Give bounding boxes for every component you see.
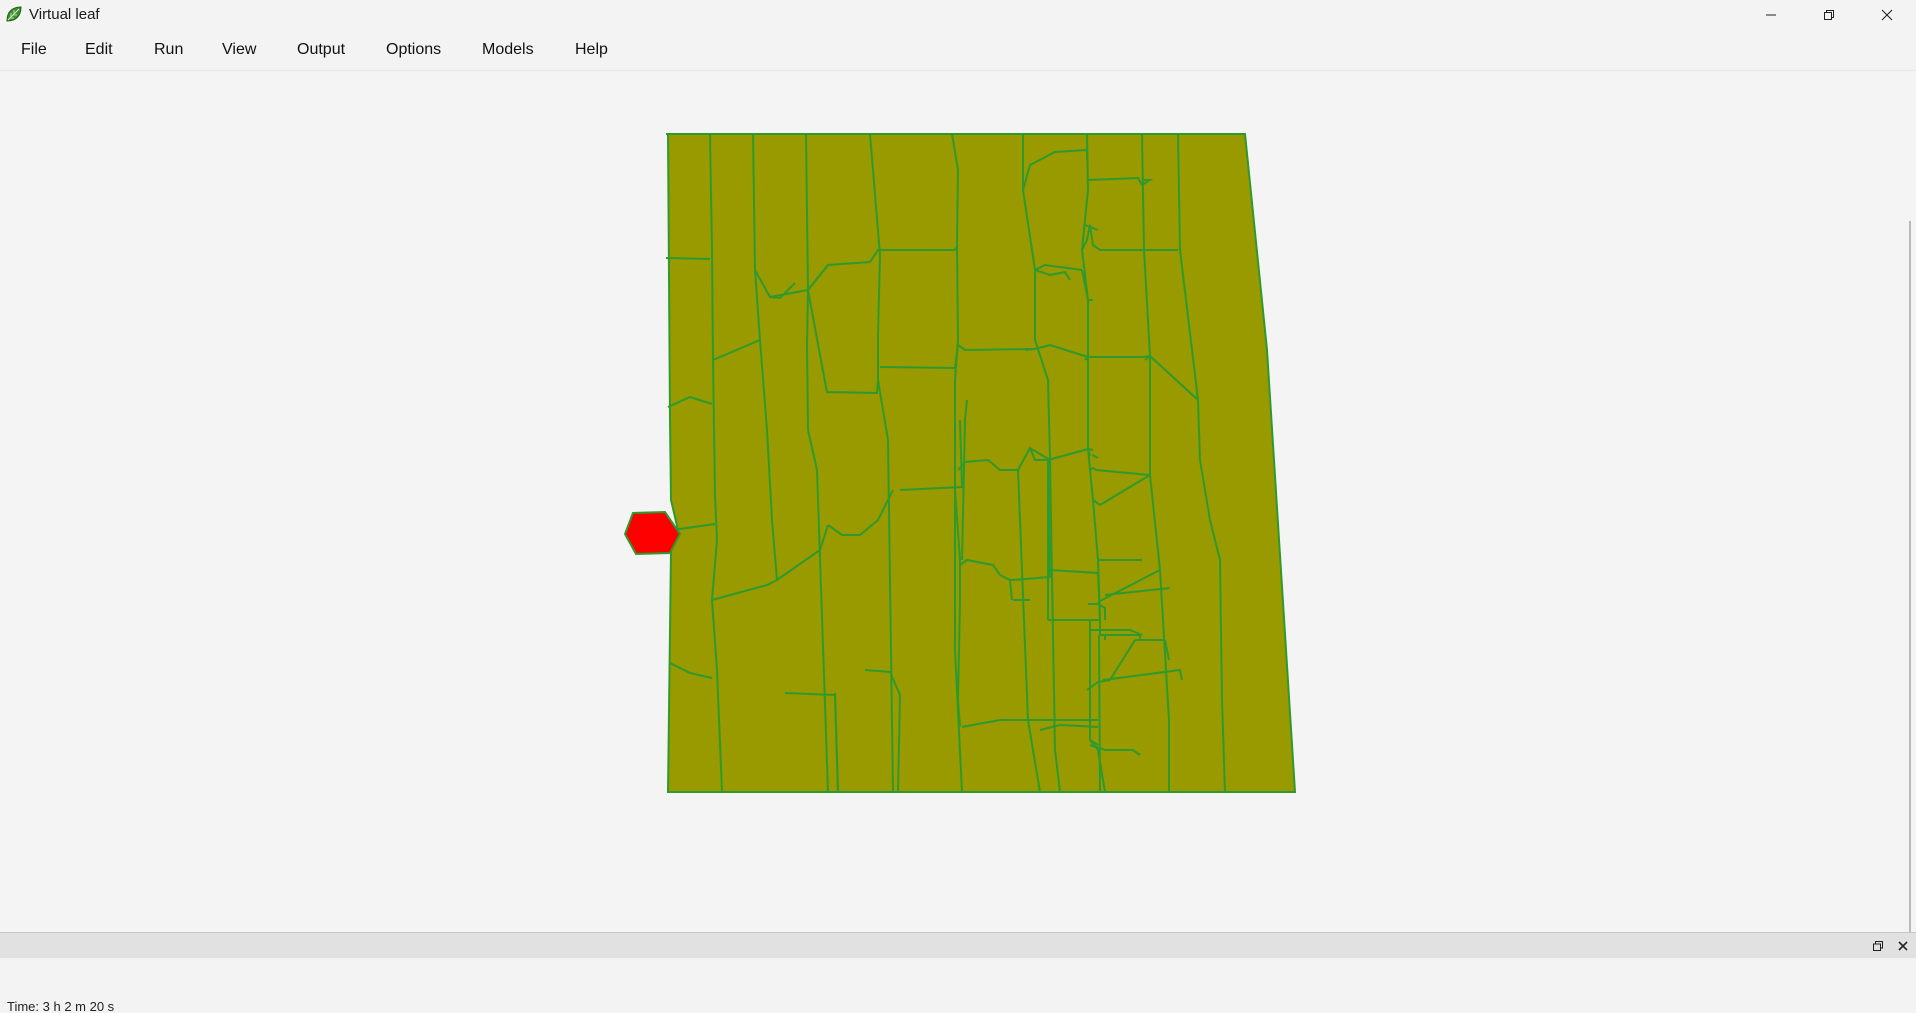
- title-bar[interactable]: Virtual leaf: [0, 0, 1916, 30]
- menu-bar: File Edit Run View Output Options Models…: [0, 30, 1916, 71]
- minimize-icon: [1766, 14, 1776, 16]
- menu-file[interactable]: File: [19, 38, 49, 62]
- time-display: Time: 3 h 2 m 20 s: [7, 999, 115, 1013]
- vertical-scrollbar[interactable]: [1909, 221, 1911, 983]
- window-title: Virtual leaf: [29, 6, 100, 23]
- menu-options[interactable]: Options: [384, 38, 443, 62]
- app-window: Virtual leaf File Edit Run View Output O…: [0, 0, 1916, 1013]
- dock-title-bar[interactable]: [0, 932, 1916, 959]
- tissue-canvas[interactable]: [0, 71, 1916, 983]
- tissue-drawing: [623, 133, 1297, 793]
- close-icon: [1898, 941, 1908, 951]
- menu-run[interactable]: Run: [152, 38, 185, 62]
- minimize-button[interactable]: [1742, 0, 1800, 30]
- menu-help[interactable]: Help: [573, 38, 610, 62]
- dock-float-button[interactable]: [1870, 938, 1886, 954]
- highlighted-cell[interactable]: [623, 510, 682, 556]
- restore-button[interactable]: [1800, 0, 1858, 30]
- menu-edit[interactable]: Edit: [83, 38, 115, 62]
- close-window-button[interactable]: [1858, 0, 1916, 30]
- close-icon: [1881, 9, 1893, 21]
- float-icon: [1873, 941, 1883, 951]
- menu-output[interactable]: Output: [295, 38, 347, 62]
- menu-models[interactable]: Models: [480, 38, 536, 62]
- menu-view[interactable]: View: [220, 38, 258, 62]
- leaf-icon: [6, 6, 22, 22]
- restore-icon: [1824, 10, 1834, 20]
- status-bar: Time: 3 h 2 m 20 s: [0, 958, 1916, 1013]
- dock-close-button[interactable]: [1895, 938, 1911, 954]
